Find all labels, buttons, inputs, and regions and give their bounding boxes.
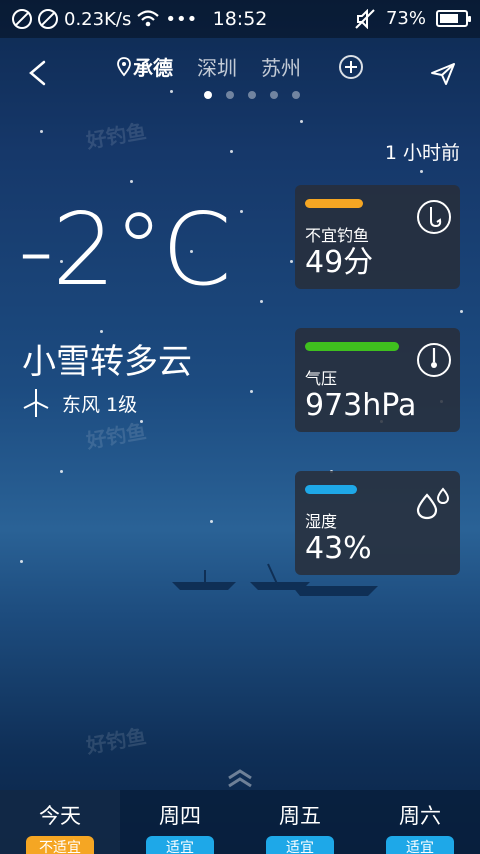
page-dot (292, 91, 300, 99)
tab-label: 周六 (399, 804, 441, 828)
level-bar (305, 199, 363, 208)
fishing-hook-icon (417, 200, 451, 234)
watermark: 好钓鱼 (84, 418, 148, 454)
snowflake (260, 300, 263, 303)
humidity-card[interactable]: 湿度 43% (295, 471, 460, 575)
wind-turbine-icon (23, 389, 49, 417)
snowflake (230, 150, 233, 153)
city-tab[interactable]: 深圳 (197, 52, 237, 81)
card-value: 49分 (305, 245, 374, 280)
snowflake (210, 520, 213, 523)
watermark: 好钓鱼 (84, 723, 148, 759)
card-value: 973hPa (305, 388, 417, 423)
status-badge: 适宜 (386, 836, 454, 854)
battery-percent: 73% (385, 8, 426, 29)
snowflake (40, 130, 43, 133)
tab-friday[interactable]: 周五 适宜 (240, 790, 360, 854)
snowflake (100, 330, 103, 333)
day-tabs: 今天 不适宜 周四 适宜 周五 适宜 周六 适宜 (0, 790, 480, 854)
page-dot (248, 91, 256, 99)
update-time: 1 小时前 (384, 142, 460, 164)
tab-label: 周四 (159, 804, 201, 828)
mute-icon (355, 8, 375, 29)
city-tab-active[interactable]: 承德 (117, 52, 173, 81)
status-badge: 适宜 (266, 836, 334, 854)
snowflake (460, 310, 463, 313)
snowflake (250, 390, 253, 393)
temperature: -2°C (18, 191, 232, 308)
gauge-icon (417, 343, 451, 377)
snowflake (420, 170, 423, 173)
snowflake (240, 210, 243, 213)
weather-condition: 小雪转多云 (22, 342, 192, 382)
page-dot (204, 91, 212, 99)
tab-thursday[interactable]: 周四 适宜 (120, 790, 240, 854)
chevron-up-icon[interactable] (225, 768, 255, 788)
status-badge: 适宜 (146, 836, 214, 854)
city-tab[interactable]: 苏州 (261, 52, 301, 81)
snowflake (60, 470, 63, 473)
snowflake (290, 260, 293, 263)
card-value: 43% (305, 531, 372, 566)
wind-info: 东风 1级 (22, 388, 137, 418)
level-bar (305, 485, 357, 494)
page-indicator (0, 91, 480, 99)
status-bar: 0.23K/s ••• 18:52 73% (0, 0, 480, 38)
page-dot (270, 91, 278, 99)
snowflake (130, 180, 133, 183)
city-tabs: 承德 深圳 苏州 (0, 52, 480, 81)
tab-label: 周五 (279, 804, 321, 828)
add-city-button[interactable] (339, 54, 363, 79)
location-pin-icon (117, 56, 131, 76)
tab-label: 今天 (39, 804, 81, 828)
tab-saturday[interactable]: 周六 适宜 (360, 790, 480, 854)
water-drops-icon (416, 487, 450, 520)
wind-label: 东风 1级 (62, 393, 138, 416)
fishing-index-card[interactable]: 不宜钓鱼 49分 (295, 185, 460, 289)
status-badge: 不适宜 (26, 836, 94, 854)
snowflake (300, 120, 303, 123)
city-label: 承德 (133, 56, 173, 80)
pressure-card[interactable]: 气压 973hPa (295, 328, 460, 432)
watermark: 好钓鱼 (84, 118, 148, 154)
share-icon[interactable] (430, 62, 456, 86)
level-bar (305, 342, 399, 351)
battery-icon (436, 10, 471, 27)
page-dot (226, 91, 234, 99)
tab-today[interactable]: 今天 不适宜 (0, 790, 120, 854)
